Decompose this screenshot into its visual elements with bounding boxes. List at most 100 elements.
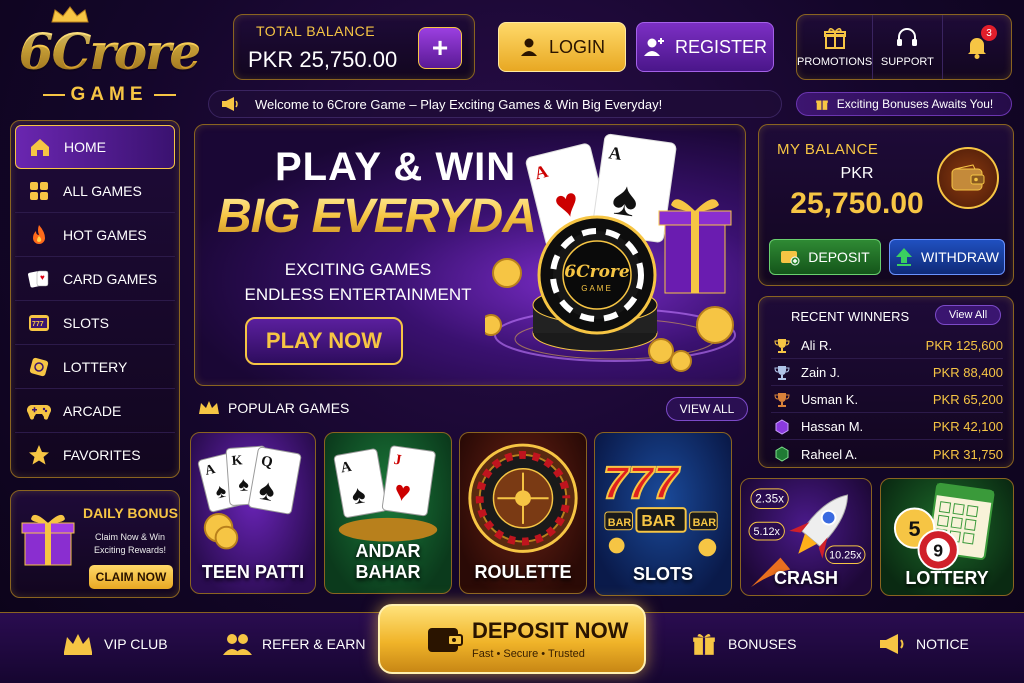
view-all-games-button[interactable]: VIEW ALL bbox=[666, 397, 748, 421]
cards-icon: ♥ bbox=[27, 267, 51, 291]
winner-amount: PKR 88,400 bbox=[932, 365, 1003, 380]
sidebar-item-arcade[interactable]: ARCADE bbox=[15, 389, 175, 433]
gift-icon bbox=[693, 633, 715, 655]
gamepad-icon bbox=[27, 399, 51, 423]
ticket-icon bbox=[27, 355, 51, 379]
crash-multiplier-2: 5.12x bbox=[753, 526, 780, 538]
brand-logo[interactable]: 6Crore GAME bbox=[14, 6, 204, 106]
gift-icon bbox=[815, 100, 828, 110]
game-card-teen-patti[interactable]: A ♠ K ♠ Q ♠ TEEN PATTI bbox=[190, 432, 316, 594]
register-button[interactable]: REGISTER bbox=[636, 22, 774, 72]
game-card-slots[interactable]: 777 BAR BAR BAR SLOTS bbox=[594, 432, 732, 596]
sidebar-item-all-games[interactable]: ALL GAMES bbox=[15, 169, 175, 213]
crown-icon bbox=[64, 634, 92, 655]
sidebar-item-label: ALL GAMES bbox=[63, 182, 142, 199]
badge-green-icon bbox=[771, 443, 793, 465]
svg-text:♠: ♠ bbox=[238, 473, 250, 496]
sidebar-item-slots[interactable]: 777 SLOTS bbox=[15, 301, 175, 345]
gift-icon bbox=[823, 28, 846, 49]
game-name: CRASH bbox=[773, 568, 838, 588]
logo-text: 6Crore bbox=[14, 22, 204, 81]
svg-text:A: A bbox=[607, 142, 623, 164]
poker-chips-illustration: A ♥ A ♠ 6Crore GAME bbox=[485, 133, 736, 372]
game-card-lottery[interactable]: 5 9 LOTTERY bbox=[880, 478, 1014, 596]
deposit-now-button[interactable]: DEPOSIT NOW Fast • Secure • Trusted bbox=[378, 604, 646, 674]
login-button[interactable]: LOGIN bbox=[498, 22, 626, 72]
view-all-winners-button[interactable]: View All bbox=[935, 305, 1001, 325]
recent-winners-title: RECENT WINNERS bbox=[791, 309, 910, 324]
add-user-icon bbox=[643, 38, 664, 56]
winner-row: Usman K. PKR 65,200 bbox=[771, 387, 1003, 413]
balance-amount: 25,750.00 bbox=[790, 187, 924, 220]
gift-box-icon bbox=[21, 514, 75, 566]
sidebar-item-hot-games[interactable]: HOT GAMES bbox=[15, 213, 175, 257]
svg-text:BAR: BAR bbox=[641, 513, 676, 530]
my-balance-title: MY BALANCE bbox=[777, 141, 879, 158]
home-icon bbox=[28, 135, 52, 159]
promotions-link[interactable]: PROMOTIONS bbox=[797, 15, 874, 79]
total-balance-value: PKR 25,750.00 bbox=[248, 47, 398, 72]
svg-text:777: 777 bbox=[603, 457, 680, 508]
sidebar-item-home[interactable]: HOME bbox=[15, 125, 175, 169]
winner-row: Raheel A. PKR 31,750 bbox=[771, 441, 1003, 467]
add-funds-button[interactable]: + bbox=[418, 27, 462, 69]
winner-name: Raheel A. bbox=[801, 446, 858, 462]
hero-tagline-line1: EXCITING GAMES bbox=[284, 260, 432, 279]
play-now-button[interactable]: PLAY NOW bbox=[245, 317, 403, 365]
star-icon bbox=[27, 443, 51, 467]
sidebar-item-label: HOME bbox=[64, 139, 106, 155]
game-card-roulette[interactable]: ROULETTE bbox=[459, 432, 587, 594]
trophy-silver-icon bbox=[771, 362, 793, 384]
svg-text:BAR: BAR bbox=[693, 517, 717, 529]
sidebar-item-lottery[interactable]: LOTTERY bbox=[15, 345, 175, 389]
winner-name: Hassan M. bbox=[801, 419, 864, 434]
winner-name: Usman K. bbox=[801, 392, 859, 407]
hero-headline: PLAY & WIN bbox=[275, 145, 517, 189]
bonuses-link[interactable]: BONUSES bbox=[690, 627, 796, 661]
game-card-crash[interactable]: 2.35x 5.12x 10.25x CRASH bbox=[740, 478, 872, 596]
trophy-gold-icon bbox=[771, 335, 793, 357]
vip-club-label: VIP CLUB bbox=[104, 636, 168, 652]
withdraw-button[interactable]: WITHDRAW bbox=[889, 239, 1005, 275]
bonus-banner[interactable]: Exciting Bonuses Awaits You! bbox=[796, 92, 1012, 116]
sidebar-item-favorites[interactable]: FAVORITES bbox=[15, 433, 175, 477]
deposit-label: DEPOSIT bbox=[808, 249, 870, 265]
winner-amount: PKR 31,750 bbox=[932, 446, 1003, 462]
winner-amount: PKR 42,100 bbox=[932, 419, 1003, 434]
crash-multiplier-3: 10.25x bbox=[829, 550, 862, 562]
svg-text:K: K bbox=[231, 452, 243, 468]
support-link[interactable]: SUPPORT bbox=[873, 15, 943, 79]
winner-name: Zain J. bbox=[801, 365, 841, 380]
sidebar-item-label: HOT GAMES bbox=[63, 226, 147, 243]
claim-now-button[interactable]: CLAIM NOW bbox=[89, 565, 173, 589]
sidebar-item-label: CARD GAMES bbox=[63, 270, 158, 287]
wallet-icon bbox=[937, 147, 999, 209]
notifications-link[interactable]: 3 bbox=[943, 15, 1011, 79]
sidebar-item-label: LOTTERY bbox=[63, 358, 128, 375]
winner-row: Hassan M. PKR 42,100 bbox=[771, 414, 1003, 440]
notice-label: NOTICE bbox=[916, 636, 969, 652]
vip-club-link[interactable]: VIP CLUB bbox=[62, 627, 168, 661]
game-name: TEEN PATTI bbox=[201, 562, 305, 582]
chip-logo-sub: GAME bbox=[581, 284, 613, 293]
notice-link[interactable]: NOTICE bbox=[878, 627, 969, 661]
hero-tagline-line2: ENDLESS ENTERTAINMENT bbox=[244, 285, 472, 304]
crash-multiplier-1: 2.35x bbox=[755, 493, 784, 506]
sidebar-item-label: SLOTS bbox=[63, 314, 109, 331]
bonuses-label: BONUSES bbox=[728, 636, 797, 652]
logo-subtext: GAME bbox=[14, 84, 204, 106]
users-icon bbox=[223, 634, 252, 655]
wallet-icon bbox=[428, 628, 463, 652]
svg-text:777: 777 bbox=[32, 321, 44, 328]
popular-games-title: POPULAR GAMES bbox=[228, 400, 350, 416]
promotions-label: PROMOTIONS bbox=[797, 56, 873, 68]
hero-tagline: EXCITING GAMES ENDLESS ENTERTAINMENT bbox=[243, 257, 473, 307]
refer-earn-link[interactable]: REFER & EARN bbox=[222, 627, 365, 661]
header-balance: TOTAL BALANCE PKR 25,750.00 + bbox=[233, 14, 475, 80]
winner-amount: PKR 65,200 bbox=[932, 392, 1003, 407]
sidebar-item-card-games[interactable]: ♥ CARD GAMES bbox=[15, 257, 175, 301]
bonus-banner-text: Exciting Bonuses Awaits You! bbox=[836, 97, 994, 111]
svg-text:BAR: BAR bbox=[608, 517, 632, 529]
deposit-button[interactable]: DEPOSIT bbox=[769, 239, 881, 275]
game-card-andar-bahar[interactable]: A ♠ J ♥ ANDAR BAHAR bbox=[324, 432, 452, 594]
